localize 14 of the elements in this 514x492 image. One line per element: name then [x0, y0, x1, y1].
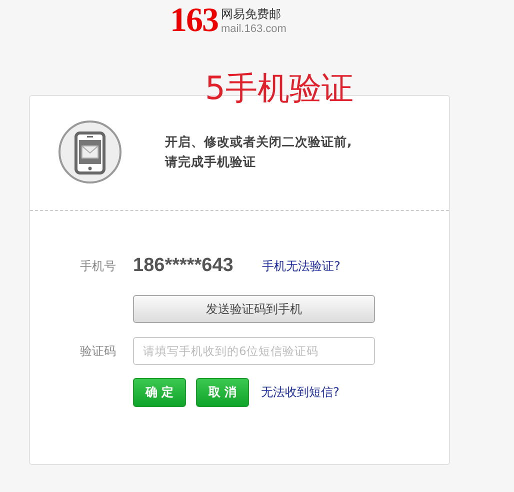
help-link[interactable]: 手机无法验证?: [262, 258, 340, 274]
code-input-field[interactable]: 请填写手机收到的6位短信验证码: [133, 337, 375, 365]
field-label: 手机号: [80, 258, 117, 274]
logo-name: 网易免费邮: [221, 6, 282, 22]
notice-text: 开启、修改或者关闭二次验证前,: [165, 132, 352, 150]
phone-number: 186*****643: [133, 255, 234, 277]
send-code-button[interactable]: 发送验证码到手机: [133, 295, 375, 323]
annotation-text: 5手机验证: [205, 68, 354, 108]
help-link[interactable]: 无法收到短信?: [261, 384, 340, 401]
field-label: 验证码: [80, 342, 117, 360]
logo-domain: mail.163.com: [221, 22, 286, 36]
notice-text: 请完成手机验证: [165, 152, 257, 170]
phone-mail-icon: [58, 120, 122, 184]
logo-mark: 163: [170, 5, 218, 37]
